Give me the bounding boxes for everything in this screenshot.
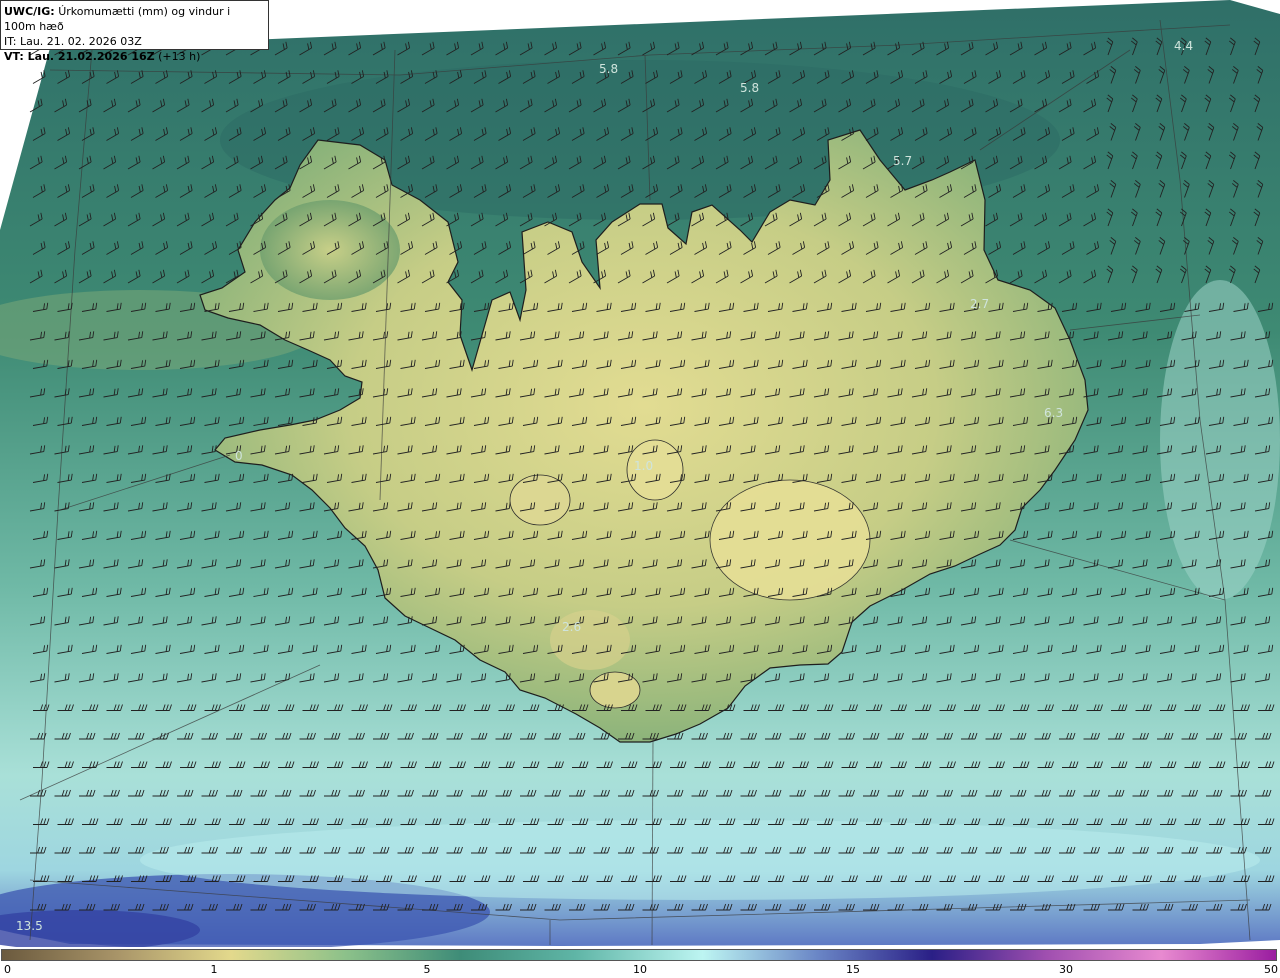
colorbar-tick: 30 (1059, 963, 1073, 976)
colorbar-tick: 1 (210, 963, 218, 976)
value-label: 2.7 (970, 297, 989, 311)
langjokull (509, 474, 571, 526)
value-label: 6.3 (1044, 406, 1063, 420)
precipitation-map: 4.4 5.8 5.8 5.7 2.7 6.3 0 1.0 2.6 13.5 (0, 0, 1280, 947)
map-title-box: UWC/IG: Úrkomumætti (mm) og vindur i 100… (0, 0, 269, 63)
colorbar-tick: 0 (4, 963, 11, 976)
colorbar-tick: 15 (846, 963, 860, 976)
value-label: 5.7 (893, 154, 912, 168)
value-label: 13.5 (16, 919, 43, 933)
value-label: 4.4 (1174, 39, 1193, 53)
title-line: UWC/IG: Úrkomumætti (mm) og vindur i 100… (4, 4, 265, 34)
westfjords-highland (260, 200, 400, 300)
colorbar-strip (1, 949, 1277, 961)
init-time: IT: Lau. 21. 02. 2026 03Z (4, 35, 142, 48)
colorbar: 0 1 5 10 15 30 50 (0, 947, 1280, 978)
value-label: 2.6 (562, 620, 581, 634)
lead-time: (+13 h) (158, 50, 201, 63)
value-label: 1.0 (634, 459, 653, 473)
colorbar-tick: 50 (1264, 963, 1278, 976)
valid-time: VT: Lau. 21.02.2026 16Z (4, 50, 155, 63)
model-name: UWC/IG: (4, 5, 55, 18)
colorbar-tick: 10 (633, 963, 647, 976)
vatnajokull (709, 479, 871, 601)
value-label: 0 (235, 449, 243, 463)
value-label: 5.8 (740, 81, 759, 95)
valid-time-line: VT: Lau. 21.02.2026 16Z (+13 h) (4, 49, 265, 64)
value-label: 5.8 (599, 62, 618, 76)
colorbar-tick: 5 (423, 963, 431, 976)
